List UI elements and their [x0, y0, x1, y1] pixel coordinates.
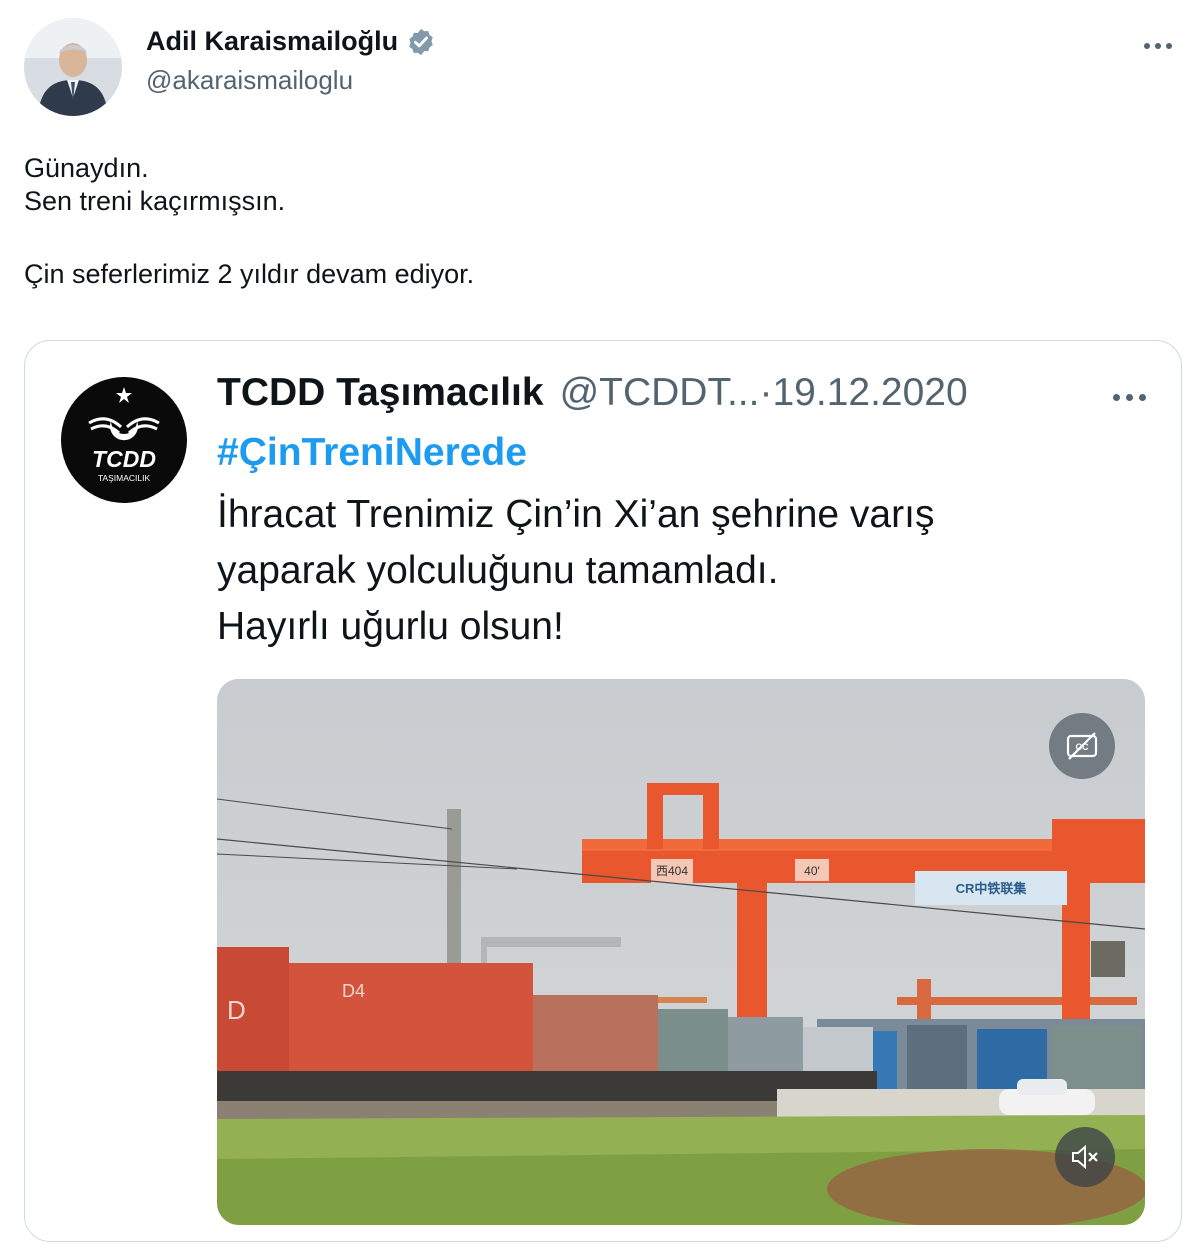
volume-muted-icon[interactable]	[1055, 1127, 1115, 1187]
more-horizontal-icon[interactable]	[1140, 36, 1176, 56]
container-label: D4	[342, 981, 365, 1001]
quoted-line: Hayırlı uğurlu olsun!	[217, 605, 564, 648]
tweet-line: Çin seferlerimiz 2 yıldır devam ediyor.	[24, 259, 475, 289]
tcdd-logo[interactable]: TCDD TAŞIMACILIK	[61, 377, 187, 503]
video-frame: 西404 40' CR中铁联集 D D4	[217, 679, 1145, 1225]
quoted-tweet-text: İhracat Trenimiz Çin’in Xi’an şehrine va…	[217, 487, 1137, 655]
tcdd-logo-subtext: TAŞIMACILIK	[98, 473, 151, 483]
quoted-line: İhracat Trenimiz Çin’in Xi’an şehrine va…	[217, 493, 935, 536]
quoted-tweet-card[interactable]: TCDD TAŞIMACILIK TCDD Taşımacılık @TCDDT…	[24, 340, 1182, 1242]
author-display-name[interactable]: Adil Karaismailoğlu	[146, 26, 398, 57]
quoted-separator: ·	[759, 371, 773, 414]
tweet-line: Günaydın.	[24, 153, 149, 183]
quoted-display-name[interactable]: TCDD Taşımacılık	[217, 371, 544, 415]
tweet-text: Günaydın. Sen treni kaçırmışsın. Çin sef…	[24, 152, 1164, 291]
quoted-line: yaparak yolculuğunu tamamladı.	[217, 549, 779, 592]
quoted-handle[interactable]: @TCDDT...	[560, 371, 760, 415]
hashtag-link[interactable]: #ÇinTreniNerede	[217, 431, 527, 475]
author-handle[interactable]: @akaraismailoglu	[146, 65, 436, 96]
captions-off-icon[interactable]: CC	[1049, 713, 1115, 779]
quoted-date[interactable]: 19.12.2020	[772, 371, 967, 415]
tweet-header: Adil Karaismailoğlu @akaraismailoglu	[24, 18, 1176, 118]
tweet-line: Sen treni kaçırmışsın.	[24, 186, 286, 216]
quoted-tweet-header: TCDD Taşımacılık @TCDDT... · 19.12.2020	[217, 371, 968, 415]
verified-badge-icon	[406, 27, 436, 57]
crane-label: 西404	[656, 864, 688, 878]
crane-logo-text: CR中铁联集	[956, 881, 1028, 896]
tcdd-logo-text: TCDD	[92, 446, 156, 472]
video-player[interactable]: 西404 40' CR中铁联集 D D4	[217, 679, 1145, 1225]
avatar[interactable]	[24, 18, 122, 116]
more-horizontal-icon[interactable]	[1107, 389, 1151, 405]
container-label: D	[227, 995, 246, 1025]
crane-number: 40'	[804, 864, 820, 878]
